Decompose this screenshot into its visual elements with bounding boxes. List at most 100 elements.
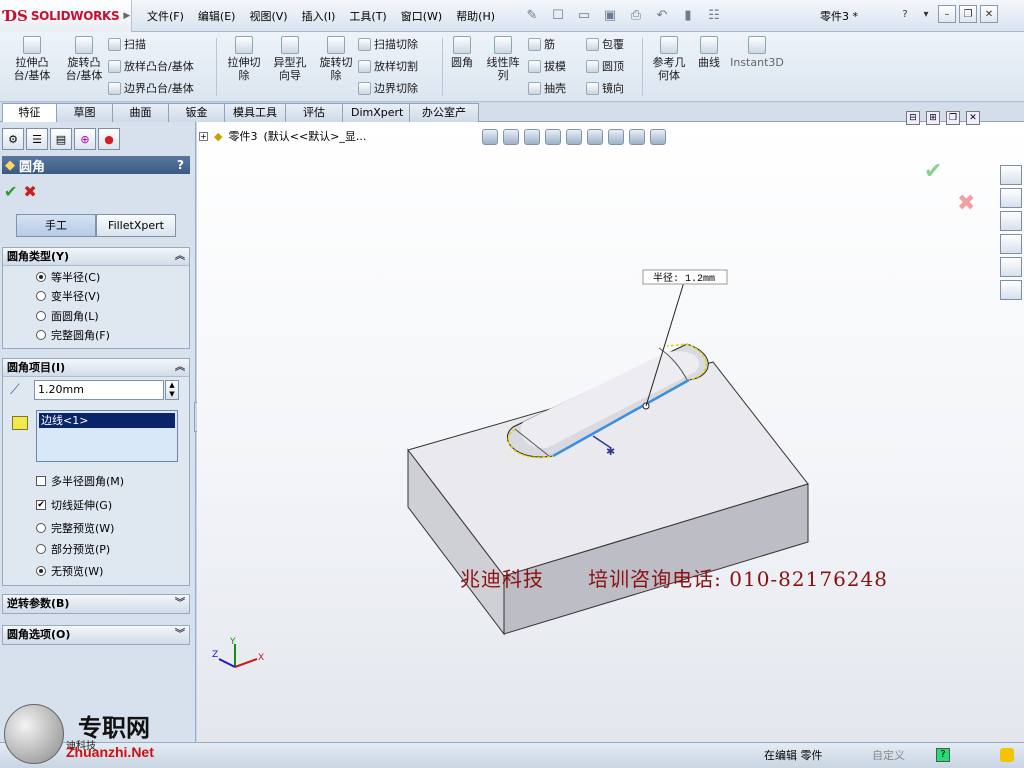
menu-insert[interactable]: 插入(I) (295, 8, 343, 24)
tab-dimxpert[interactable]: DimXpert (342, 103, 410, 122)
new-icon[interactable]: ☐ (548, 5, 568, 25)
radius-callout-text[interactable]: 半径: 1.2mm (653, 271, 715, 285)
tile-icon[interactable]: ⊟ (906, 111, 920, 125)
fillet-items-header[interactable]: 圆角项目(I) ︽ (3, 359, 189, 377)
print-icon[interactable]: ⎙ (626, 5, 646, 25)
radio-icon[interactable] (36, 566, 46, 576)
revolve-cut-button[interactable]: 旋转切 除 (312, 36, 360, 82)
doc-restore-icon[interactable]: ❐ (946, 111, 960, 125)
expand-chevron-icon[interactable]: ︾ (175, 626, 185, 644)
feature-manager-icon[interactable]: ⚙ (2, 128, 24, 150)
help-button[interactable]: ? (177, 158, 184, 172)
pin-icon[interactable]: ✎ (522, 5, 542, 25)
help-status-icon[interactable]: ? (936, 748, 950, 762)
confirm-corner-ok-icon[interactable]: ✔ (924, 159, 942, 184)
graphics-area[interactable]: 半径: 1.2mm ✱ Y Z X ✔ ✖ (197, 122, 1024, 742)
configuration-manager-icon[interactable]: ▤ (50, 128, 72, 150)
confirm-corner-cancel-icon[interactable]: ✖ (957, 191, 975, 216)
full-round-fillet-option[interactable]: 完整圆角(F) (36, 327, 110, 343)
home-icon[interactable] (1000, 165, 1022, 185)
reference-geometry-button[interactable]: 参考几 何体 (646, 36, 692, 82)
filletxpert-mode-button[interactable]: FilletXpert (96, 214, 176, 237)
menu-window[interactable]: 窗口(W) (394, 8, 449, 24)
expand-toggle-icon[interactable]: + (199, 131, 208, 141)
zoom-to-area-icon[interactable] (503, 129, 519, 145)
dimxpert-manager-icon[interactable]: ⊕ (74, 128, 96, 150)
radio-icon[interactable] (36, 330, 46, 340)
radio-icon[interactable] (36, 523, 46, 533)
tab-office-products[interactable]: 办公室产品 (409, 103, 479, 136)
tangent-propagation-option[interactable]: ✔ 切线延伸(G) (36, 497, 112, 513)
radio-icon[interactable] (36, 311, 46, 321)
variable-radius-option[interactable]: 变半径(V) (36, 288, 100, 304)
undo-icon[interactable]: ↶ (652, 5, 672, 25)
units-selector[interactable]: 自定义 (872, 747, 905, 763)
menu-help[interactable]: 帮助(H) (449, 8, 502, 24)
help-icon[interactable]: ? (896, 5, 914, 23)
radio-icon[interactable] (36, 272, 46, 282)
open-icon[interactable]: ▭ (574, 5, 594, 25)
radius-spinner[interactable]: ▲ ▼ (165, 380, 179, 400)
sweep-button[interactable]: 扫描 (108, 36, 146, 52)
boundary-cut-button[interactable]: 边界切除 (358, 80, 418, 96)
partial-preview-option[interactable]: 部分预览(P) (36, 541, 110, 557)
draft-button[interactable]: 拔模 (528, 58, 566, 74)
extrude-cut-button[interactable]: 拉伸切 除 (220, 36, 268, 82)
edit-appearance-icon[interactable] (629, 129, 645, 145)
shell-button[interactable]: 抽壳 (528, 80, 566, 96)
extrude-boss-button[interactable]: 拉伸凸 台/基体 (6, 36, 58, 82)
appearances-icon[interactable] (1000, 257, 1022, 277)
custom-properties-icon[interactable] (1000, 280, 1022, 300)
expand-chevron-icon[interactable]: ︾ (175, 595, 185, 613)
constant-radius-option[interactable]: 等半径(C) (36, 269, 100, 285)
revolve-boss-button[interactable]: 旋转凸 台/基体 (58, 36, 110, 82)
tab-features[interactable]: 特征 (2, 103, 57, 122)
previous-view-icon[interactable] (524, 129, 540, 145)
setback-header[interactable]: 逆转参数(B) ︾ (3, 595, 189, 613)
menu-edit[interactable]: 编辑(E) (191, 8, 243, 24)
help-dropdown-icon[interactable]: ▾ (917, 5, 935, 23)
ok-button[interactable]: ✔ (4, 182, 17, 201)
view-palette-icon[interactable] (1000, 234, 1022, 254)
linear-pattern-button[interactable]: 线性阵 列 (480, 36, 526, 82)
view-orientation-icon[interactable] (566, 129, 582, 145)
restore-button[interactable]: ❐ (959, 5, 977, 23)
swept-cut-button[interactable]: 扫描切除 (358, 36, 418, 52)
multi-radius-option[interactable]: 多半径圆角(M) (36, 473, 124, 489)
fillet-type-header[interactable]: 圆角类型(Y) ︽ (3, 248, 189, 266)
dome-button[interactable]: 圆顶 (586, 58, 624, 74)
doc-close-icon[interactable]: ✕ (966, 111, 980, 125)
collapse-chevron-icon[interactable]: ︽ (175, 248, 185, 266)
collapse-chevron-icon[interactable]: ︽ (175, 359, 185, 377)
wrap-button[interactable]: 包覆 (586, 36, 624, 52)
tab-evaluate[interactable]: 评估 (285, 103, 343, 122)
curves-button[interactable]: 曲线 (694, 36, 724, 69)
no-preview-option[interactable]: 无预览(W) (36, 563, 103, 579)
face-fillet-option[interactable]: 面圆角(L) (36, 308, 99, 324)
hole-wizard-button[interactable]: 异型孔 向导 (266, 36, 314, 82)
radius-input[interactable]: 1.20mm (34, 380, 164, 400)
tree-part-name[interactable]: 零件3 (228, 128, 257, 144)
close-button[interactable]: ✕ (980, 5, 998, 23)
hide-show-items-icon[interactable] (608, 129, 624, 145)
checkbox-icon[interactable] (36, 476, 46, 486)
minimize-button[interactable]: – (938, 5, 956, 23)
menu-file[interactable]: 文件(F) (140, 8, 191, 24)
checkbox-checked-icon[interactable]: ✔ (36, 500, 46, 510)
section-view-icon[interactable] (545, 129, 561, 145)
lofted-cut-button[interactable]: 放样切割 (358, 58, 418, 74)
property-manager-icon[interactable]: ☰ (26, 128, 48, 150)
tab-mold-tools[interactable]: 模具工具 (224, 103, 286, 122)
loft-boss-button[interactable]: 放样凸台/基体 (108, 58, 194, 74)
zoom-to-fit-icon[interactable] (482, 129, 498, 145)
boundary-boss-button[interactable]: 边界凸台/基体 (108, 80, 194, 96)
design-library-icon[interactable] (1000, 188, 1022, 208)
full-preview-option[interactable]: 完整预览(W) (36, 520, 114, 536)
manual-mode-button[interactable]: 手工 (16, 214, 96, 237)
instant3d-button[interactable]: Instant3D (730, 36, 784, 69)
save-icon[interactable]: ▣ (600, 5, 620, 25)
cascade-icon[interactable]: ⊞ (926, 111, 940, 125)
rebuild-icon[interactable]: ▮ (678, 5, 698, 25)
tab-sheet-metal[interactable]: 钣金 (168, 103, 225, 122)
fillet-button[interactable]: 圆角 (446, 36, 478, 69)
